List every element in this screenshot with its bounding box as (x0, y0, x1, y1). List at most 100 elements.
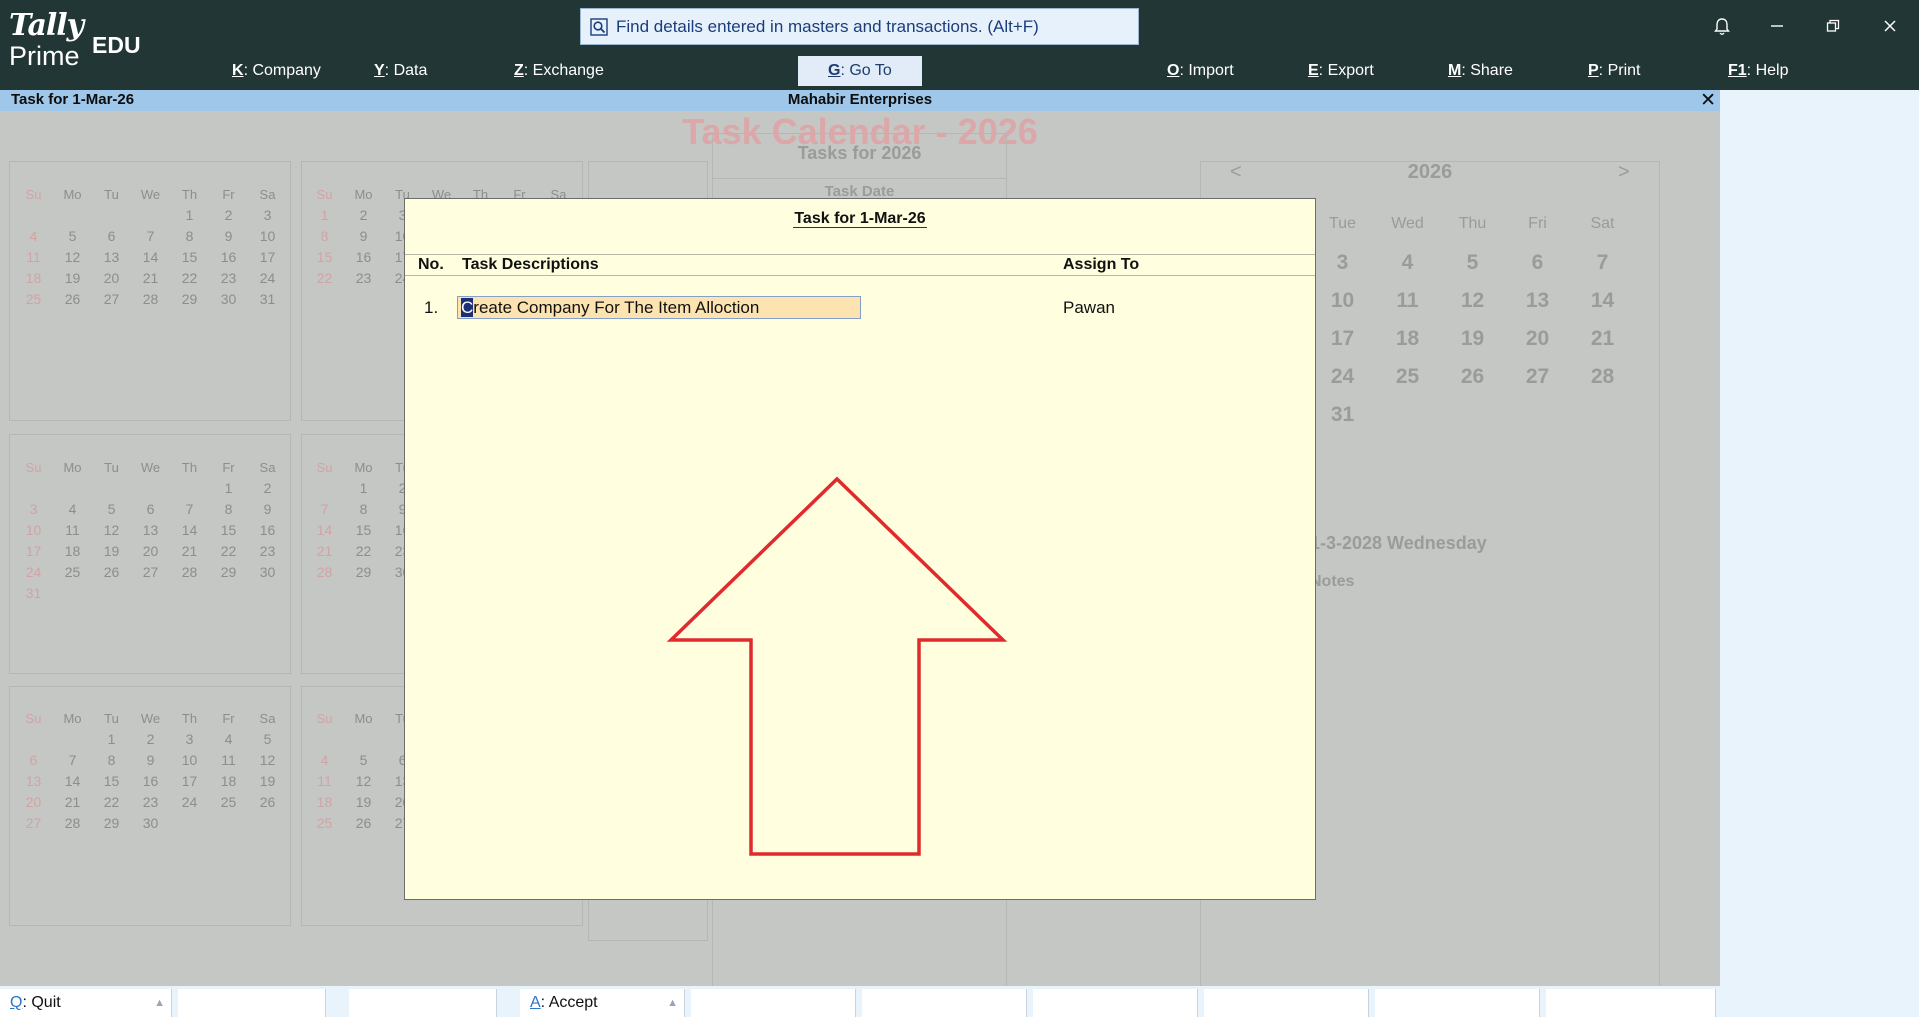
calendar-day: 18 (64, 543, 81, 559)
big-day: 18 (1395, 327, 1420, 350)
calendar-day (53, 205, 92, 226)
menu-company[interactable]: K: Company (232, 56, 321, 86)
close-screen-button[interactable]: ✕ (1700, 89, 1716, 112)
calendar-day: 9 (359, 228, 368, 244)
menu-go-to[interactable]: G: Go To (798, 56, 922, 86)
menu-exchange[interactable]: Z: Exchange (514, 56, 604, 86)
week-row: 10 11 12 13 14 15 16 (14, 520, 292, 541)
calendar-day (248, 583, 287, 604)
search-bar[interactable]: Find details entered in masters and tran… (580, 8, 1139, 45)
calendar-day: 19 (259, 773, 276, 789)
restore-icon (1826, 19, 1840, 32)
minimize-button[interactable] (1763, 13, 1791, 39)
bottom-blank-button[interactable] (178, 989, 326, 1017)
week-row: 4 5 6 7 8 9 10 (14, 226, 292, 247)
calendar-day: 5 (68, 228, 77, 244)
restore-button[interactable] (1819, 13, 1847, 39)
week-row: 13 14 15 16 17 18 19 (14, 771, 292, 792)
big-day: 26 (1460, 365, 1485, 388)
calendar-day (14, 478, 53, 499)
calendar-day: 12 (259, 752, 276, 768)
calendar-day: 28 (64, 815, 81, 831)
weekday-label: Mo (63, 187, 82, 202)
calendar-day: 19 (355, 794, 372, 810)
weekday-label: We (140, 460, 161, 475)
calendar-day: 8 (224, 501, 233, 517)
big-day: 14 (1590, 289, 1615, 312)
weekday-label: Su (25, 187, 42, 202)
quit-button[interactable]: Q: Quit ▲ (0, 989, 172, 1017)
bottom-blank-button[interactable] (349, 989, 497, 1017)
menu-import[interactable]: O: Import (1167, 56, 1234, 86)
up-arrow-icon (666, 476, 1008, 856)
calendar-day: 5 (359, 752, 368, 768)
bottom-blank-button[interactable] (1546, 989, 1716, 1017)
bottom-blank-button[interactable] (1375, 989, 1540, 1017)
calendar-day: 15 (181, 249, 198, 265)
accept-button[interactable]: A: Accept ▲ (520, 989, 685, 1017)
week-row: 1 2 3 4 5 (14, 729, 292, 750)
calendar-day (170, 478, 209, 499)
calendar-day: 24 (259, 270, 276, 286)
calendar-day: 11 (221, 752, 236, 768)
week-row: 12 (14, 478, 292, 499)
next-year-button[interactable]: > (1618, 161, 1630, 184)
weekday-label: We (140, 711, 161, 726)
close-window-button[interactable] (1876, 13, 1904, 39)
weekday-label: Mo (354, 460, 373, 475)
calendar-day: 13 (142, 522, 159, 538)
calendar-day: 9 (224, 228, 233, 244)
weekday-label: Mo (354, 187, 373, 202)
calendar-day: 30 (220, 291, 237, 307)
weekday-label: Mo (63, 460, 82, 475)
menu-print[interactable]: P: Print (1588, 56, 1640, 86)
calendar-day: 13 (25, 773, 42, 789)
week-row: 1 2 3 (14, 205, 292, 226)
bottom-blank-button[interactable] (862, 989, 1027, 1017)
calendar-day: 17 (259, 249, 276, 265)
calendar-day: 19 (64, 270, 81, 286)
calendar-day: 12 (103, 522, 120, 538)
big-day: 7 (1596, 251, 1609, 274)
weekday: Tue (1329, 215, 1356, 232)
weekday-label: Sa (259, 187, 276, 202)
menu-help[interactable]: F1: Help (1728, 56, 1788, 86)
calendar-day (131, 205, 170, 226)
big-calendar-year: 2026 (1407, 161, 1453, 183)
dialog-title: Task for 1-Mar-26 (793, 210, 927, 228)
menu-export[interactable]: E: Export (1308, 56, 1374, 86)
calendar-day: 21 (64, 794, 81, 810)
calendar-day: 10 (181, 752, 198, 768)
bottom-blank-button[interactable] (1204, 989, 1369, 1017)
calendar-day: 21 (316, 543, 333, 559)
week-row: 11 12 13 14 15 16 17 (14, 247, 292, 268)
big-day (1505, 403, 1570, 427)
task-description-input[interactable]: Create Company For The Item Alloction (457, 296, 861, 319)
task-assignee[interactable]: Pawan (1063, 298, 1115, 318)
calendar-day: 1 (107, 731, 116, 747)
big-day: 12 (1460, 289, 1485, 312)
notification-bell-button[interactable] (1708, 13, 1736, 39)
calendar-day: 6 (107, 228, 116, 244)
big-day: 27 (1525, 365, 1550, 388)
weekday-label: Mo (63, 711, 82, 726)
calendar-day: 20 (25, 794, 42, 810)
big-day: 11 (1396, 289, 1419, 312)
calendar-day (170, 583, 209, 604)
bottom-blank-button[interactable] (691, 989, 856, 1017)
top-header: Tally Prime EDU Find details entered in … (0, 0, 1919, 90)
search-placeholder: Find details entered in masters and tran… (616, 16, 1039, 36)
bottom-blank-button[interactable] (1033, 989, 1198, 1017)
calendar-day: 30 (259, 564, 276, 580)
calendar-day: 12 (355, 773, 372, 789)
menu-data[interactable]: Y: Data (374, 56, 427, 86)
calendar-day: 25 (64, 564, 81, 580)
week-row: 18 19 20 21 22 23 24 (14, 268, 292, 289)
big-day: 3 (1336, 251, 1349, 274)
big-day: 24 (1330, 365, 1355, 388)
calendar-day: 7 (68, 752, 77, 768)
menu-share[interactable]: M: Share (1448, 56, 1513, 86)
calendar-day: 28 (181, 564, 198, 580)
calendar-day: 10 (25, 522, 42, 538)
big-day: 31 (1330, 403, 1355, 426)
